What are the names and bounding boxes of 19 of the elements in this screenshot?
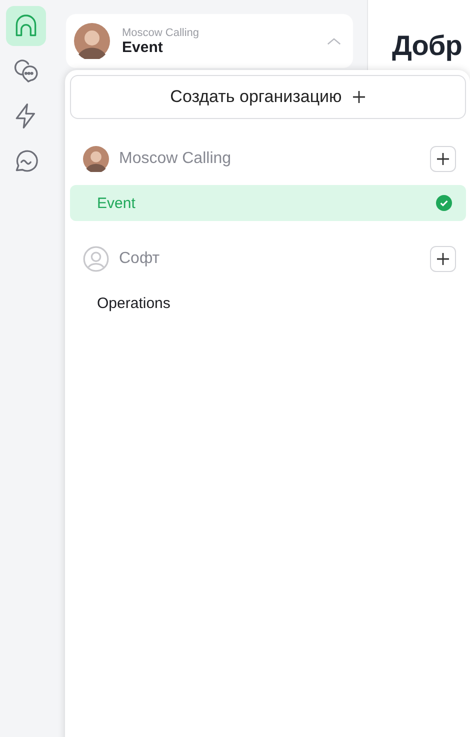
organization-name: Moscow Calling	[122, 26, 200, 38]
create-organization-button[interactable]: Создать организацию	[70, 75, 466, 119]
avatar	[83, 146, 109, 172]
plus-icon	[436, 152, 450, 166]
nav-button[interactable]	[6, 6, 46, 46]
plus-icon	[436, 252, 450, 266]
plus-icon	[352, 90, 366, 104]
avatar	[74, 23, 110, 59]
page-heading: Добр	[392, 30, 463, 62]
add-workspace-button[interactable]	[430, 146, 456, 172]
check-icon	[436, 195, 452, 211]
workspace-name: Event	[122, 38, 164, 56]
organization-name: Moscow Calling	[119, 150, 232, 168]
workspace-item[interactable]: Operations	[70, 285, 466, 321]
organization-name: Софт	[119, 250, 161, 268]
workspace-switcher[interactable]: Moscow Calling Event	[66, 14, 353, 68]
chat-bubbles-icon	[12, 57, 40, 85]
user-icon	[83, 246, 109, 272]
add-workspace-button[interactable]	[430, 246, 456, 272]
